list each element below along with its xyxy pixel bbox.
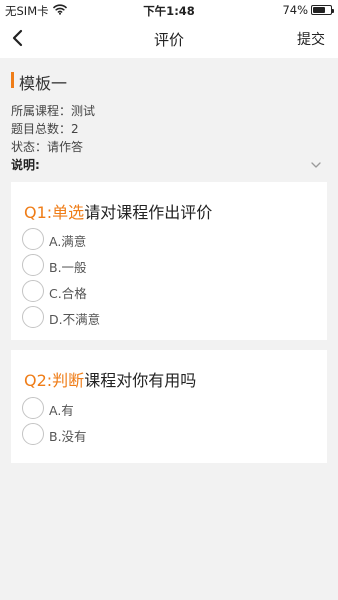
status-label: 状态： (11, 140, 48, 154)
radio-button[interactable] (22, 228, 44, 250)
battery-tip (332, 8, 334, 13)
chevron-down-icon[interactable] (310, 156, 322, 168)
question-type: 判断 (52, 371, 85, 390)
question-type: 单选 (52, 203, 85, 222)
template-name: 模板一 (19, 74, 68, 93)
option-row[interactable]: A.满意 (22, 227, 312, 251)
option-row[interactable]: D.不满意 (22, 305, 312, 329)
option-label: B.一般 (49, 260, 87, 275)
radio-button[interactable] (22, 397, 44, 419)
option-row[interactable]: B.没有 (22, 422, 312, 446)
course-info: 所属课程：测试 (11, 102, 95, 119)
option-row[interactable]: A.有 (22, 396, 312, 420)
nav-bar: 评价 提交 (0, 20, 338, 58)
question-text: 课程对你有用吗 (84, 371, 197, 390)
description-label: 说明: (11, 158, 40, 172)
accent-bar (11, 72, 14, 88)
total-info: 题目总数：2 (11, 120, 79, 137)
battery-fill (313, 7, 326, 13)
option-label: D.不满意 (49, 312, 101, 327)
option-row[interactable]: C.合格 (22, 279, 312, 303)
radio-button[interactable] (22, 280, 44, 302)
option-label: B.没有 (49, 429, 87, 444)
radio-button[interactable] (22, 306, 44, 328)
course-value: 测试 (71, 104, 96, 118)
status-info: 状态：请作答 (11, 138, 83, 155)
radio-button[interactable] (22, 423, 44, 445)
question-title: Q2:判断课程对你有用吗 (24, 367, 196, 391)
battery-icon (311, 5, 334, 15)
question-number: Q2: (24, 371, 53, 390)
option-row[interactable]: B.一般 (22, 253, 312, 277)
total-label: 题目总数： (11, 122, 72, 136)
question-title: Q1:单选请对课程作出评价 (24, 199, 212, 223)
option-label: A.有 (49, 403, 74, 418)
question-card-1: Q1:单选请对课程作出评价 A.满意 B.一般 C.合格 D.不满意 (11, 182, 327, 340)
page-title: 评价 (153, 31, 184, 49)
radio-button[interactable] (22, 254, 44, 276)
submit-button[interactable]: 提交 (297, 29, 325, 49)
status-value: 请作答 (47, 140, 84, 154)
question-number: Q1: (24, 203, 53, 222)
question-text: 请对课程作出评价 (84, 203, 213, 222)
battery-percent: 74% (282, 3, 308, 17)
course-label: 所属课程： (11, 104, 72, 118)
question-card-2: Q2:判断课程对你有用吗 A.有 B.没有 (11, 350, 327, 463)
total-value: 2 (71, 122, 79, 136)
option-label: C.合格 (49, 286, 87, 301)
status-bar: 无SIM卡 下午1:48 74% (0, 0, 338, 20)
option-label: A.满意 (49, 234, 87, 249)
